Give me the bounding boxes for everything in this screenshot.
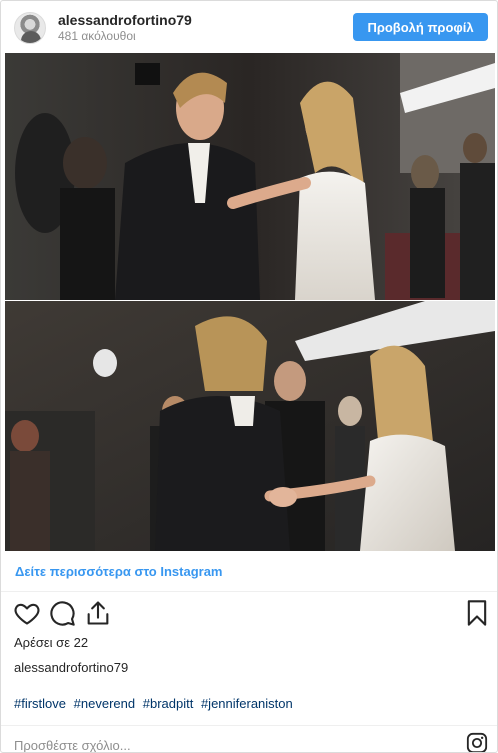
- hashtag-link[interactable]: #jenniferaniston: [201, 696, 293, 711]
- comment-icon[interactable]: [48, 599, 76, 627]
- instagram-icon[interactable]: [466, 732, 488, 752]
- hashtag-link[interactable]: #firstlove: [14, 696, 66, 711]
- caption-username[interactable]: alessandrofortino79: [14, 660, 128, 675]
- followers-count: 481 ακόλουθοι: [58, 29, 136, 43]
- share-icon[interactable]: [84, 599, 112, 627]
- post-header: alessandrofortino79 481 ακόλουθοι Προβολ…: [1, 1, 497, 53]
- likes-count[interactable]: Αρέσει σε 22: [14, 635, 88, 650]
- username-link[interactable]: alessandrofortino79: [58, 12, 192, 28]
- hashtags: #firstlove #neverend #bradpitt #jennifer…: [14, 696, 297, 711]
- hashtag-link[interactable]: #bradpitt: [143, 696, 194, 711]
- avatar[interactable]: [14, 12, 46, 44]
- comment-input[interactable]: [14, 736, 434, 752]
- divider: [1, 591, 497, 592]
- divider: [1, 725, 497, 726]
- photo-bottom-illustration: [5, 301, 495, 551]
- post-photo-top[interactable]: [5, 53, 495, 300]
- photo-top-illustration: [5, 53, 495, 300]
- instagram-embed-card: alessandrofortino79 481 ακόλουθοι Προβολ…: [0, 0, 498, 753]
- heart-icon[interactable]: [13, 599, 41, 627]
- bookmark-icon[interactable]: [463, 599, 491, 627]
- post-photo-bottom[interactable]: [5, 301, 495, 551]
- action-bar: [1, 599, 497, 629]
- view-more-on-instagram-link[interactable]: Δείτε περισσότερα στο Instagram: [15, 564, 223, 579]
- view-profile-button[interactable]: Προβολή προφίλ: [353, 13, 488, 41]
- hashtag-link[interactable]: #neverend: [74, 696, 135, 711]
